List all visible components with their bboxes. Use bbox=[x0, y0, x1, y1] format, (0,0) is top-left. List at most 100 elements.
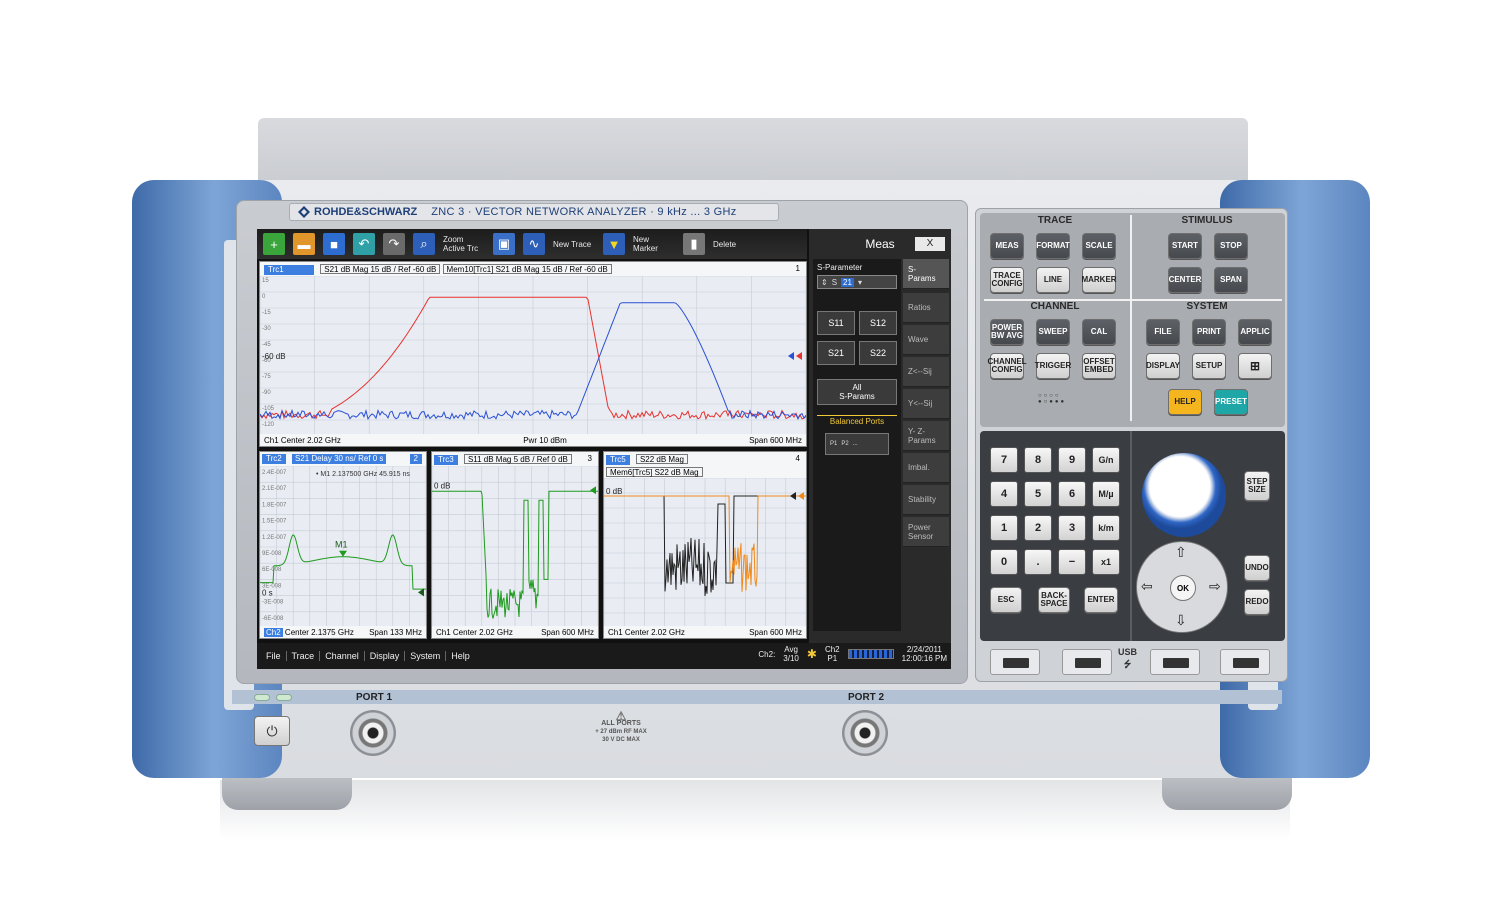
tab-s-params[interactable]: S- Params bbox=[903, 259, 949, 289]
sparam-selector[interactable]: ⇕ S 21 ▾ bbox=[817, 275, 897, 289]
preset-key[interactable]: PRESET bbox=[1214, 389, 1248, 415]
menu-help[interactable]: Help bbox=[446, 651, 475, 661]
save-icon[interactable]: ■ bbox=[323, 233, 345, 255]
trace-tag[interactable]: Trc5 bbox=[606, 455, 630, 465]
trace-tag[interactable]: Trc3 bbox=[434, 455, 458, 465]
meas-key[interactable]: MEAS bbox=[990, 233, 1024, 259]
offset-embed-key[interactable]: OFFSET EMBED bbox=[1082, 353, 1116, 379]
ok-button[interactable]: OK bbox=[1170, 575, 1196, 601]
center-key[interactable]: CENTER bbox=[1168, 267, 1202, 293]
new-marker-icon[interactable]: ▼ bbox=[603, 233, 625, 255]
power-bw-avg-key[interactable]: POWER BW AVG bbox=[990, 319, 1024, 345]
tab-stability[interactable]: Stability bbox=[903, 485, 949, 515]
usb-port-4[interactable] bbox=[1220, 649, 1270, 675]
new-setup-icon[interactable]: + bbox=[263, 233, 285, 255]
windows-key[interactable]: ⊞ bbox=[1238, 353, 1272, 379]
tab-power-sensor[interactable]: Power Sensor bbox=[903, 517, 949, 547]
span-key[interactable]: SPAN bbox=[1214, 267, 1248, 293]
key-six[interactable]: 6 bbox=[1058, 481, 1086, 507]
diagram-1[interactable]: Trc1 S21 dB Mag 15 dB / Ref -60 dB Mem10… bbox=[259, 261, 807, 447]
trace-tag[interactable]: Trc2 bbox=[262, 454, 286, 464]
undo-icon[interactable]: ↶ bbox=[353, 233, 375, 255]
arrow-right-icon[interactable]: ⇨ bbox=[1209, 578, 1221, 595]
s12-button[interactable]: S12 bbox=[859, 311, 897, 335]
key-m-mu[interactable]: M/µ bbox=[1092, 481, 1120, 507]
usb-port-2[interactable] bbox=[1062, 649, 1112, 675]
new-trace-label[interactable]: New Trace bbox=[553, 240, 595, 249]
chevron-down-icon[interactable]: ▾ bbox=[858, 278, 862, 287]
applic-key[interactable]: APPLIC bbox=[1238, 319, 1272, 345]
new-marker-label[interactable]: New Marker bbox=[633, 235, 675, 253]
setup-key[interactable]: SETUP bbox=[1192, 353, 1226, 379]
key-eight[interactable]: 8 bbox=[1024, 447, 1052, 473]
stop-key[interactable]: STOP bbox=[1214, 233, 1248, 259]
start-key[interactable]: START bbox=[1168, 233, 1202, 259]
help-key[interactable]: HELP bbox=[1168, 389, 1202, 415]
tab-ratios[interactable]: Ratios bbox=[903, 293, 949, 323]
port2-connector[interactable] bbox=[842, 710, 888, 756]
backspace-key[interactable]: BACK- SPACE bbox=[1038, 587, 1070, 613]
balanced-ports-button[interactable]: P1 P2 ... bbox=[825, 433, 889, 455]
tab-wave[interactable]: Wave bbox=[903, 325, 949, 355]
sweep-key[interactable]: SWEEP bbox=[1036, 319, 1070, 345]
open-folder-icon[interactable]: ▬ bbox=[293, 233, 315, 255]
arrow-up-icon[interactable]: ⇧ bbox=[1175, 544, 1187, 561]
redo-icon[interactable]: ↷ bbox=[383, 233, 405, 255]
line-key[interactable]: LINE bbox=[1036, 267, 1070, 293]
format-key[interactable]: FORMAT bbox=[1036, 233, 1070, 259]
trace-tag[interactable]: Trc1 bbox=[264, 265, 314, 275]
diagram-2[interactable]: Trc2 S21 Delay 30 ns/ Ref 0 s 2 2.4E-007… bbox=[259, 451, 427, 639]
channel-config-key[interactable]: CHANNEL CONFIG bbox=[987, 353, 1027, 379]
trigger-key[interactable]: TRIGGER bbox=[1035, 353, 1071, 379]
arrow-down-icon[interactable]: ⇩ bbox=[1175, 612, 1187, 629]
power-button[interactable]: ⏻ bbox=[254, 716, 290, 746]
redo-key[interactable]: REDO bbox=[1244, 589, 1270, 615]
delete-label[interactable]: Delete bbox=[713, 240, 755, 249]
key-five[interactable]: 5 bbox=[1024, 481, 1052, 507]
usb-port-1[interactable] bbox=[990, 649, 1040, 675]
spin-icon[interactable]: ⇕ bbox=[821, 278, 828, 287]
zoom-active-trc-label[interactable]: Zoom Active Trc bbox=[443, 235, 485, 253]
arrow-left-icon[interactable]: ⇦ bbox=[1141, 578, 1153, 595]
display-key[interactable]: DISPLAY bbox=[1146, 353, 1180, 379]
key-g-n[interactable]: G/n bbox=[1092, 447, 1120, 473]
key-four[interactable]: 4 bbox=[990, 481, 1018, 507]
close-button[interactable]: X bbox=[915, 237, 945, 251]
key-nine[interactable]: 9 bbox=[1058, 447, 1086, 473]
channel-tag[interactable]: Ch2 bbox=[264, 627, 283, 637]
menu-file[interactable]: File bbox=[261, 651, 287, 661]
cal-key[interactable]: CAL bbox=[1082, 319, 1116, 345]
key-point[interactable]: . bbox=[1024, 549, 1052, 575]
menu-channel[interactable]: Channel bbox=[320, 651, 365, 661]
key-zero[interactable]: 0 bbox=[990, 549, 1018, 575]
usb-port-3[interactable] bbox=[1150, 649, 1200, 675]
key-one[interactable]: 1 bbox=[990, 515, 1018, 541]
print-key[interactable]: PRINT bbox=[1192, 319, 1226, 345]
key-seven[interactable]: 7 bbox=[990, 447, 1018, 473]
menu-display[interactable]: Display bbox=[365, 651, 406, 661]
rotary-knob[interactable] bbox=[1142, 453, 1226, 537]
delete-icon[interactable]: ▮ bbox=[683, 233, 705, 255]
menu-system[interactable]: System bbox=[405, 651, 447, 661]
menu-trace[interactable]: Trace bbox=[287, 651, 321, 661]
diagram-3[interactable]: Trc3 S11 dB Mag 5 dB / Ref 0 dB 3 0 dB C… bbox=[431, 451, 599, 639]
s22-button[interactable]: S22 bbox=[859, 341, 897, 365]
step-size-key[interactable]: STEP SIZE bbox=[1244, 471, 1270, 501]
trace-config-key[interactable]: TRACE CONFIG bbox=[990, 267, 1024, 293]
esc-key[interactable]: ESC bbox=[990, 587, 1022, 613]
s11-button[interactable]: S11 bbox=[817, 311, 855, 335]
undo-key[interactable]: UNDO bbox=[1244, 555, 1270, 581]
file-key[interactable]: FILE bbox=[1146, 319, 1180, 345]
sparam-value[interactable]: 21 bbox=[841, 277, 854, 287]
navigation-pad[interactable]: ⇧ ⇩ ⇦ ⇨ OK bbox=[1136, 541, 1228, 633]
scale-key[interactable]: SCALE bbox=[1082, 233, 1116, 259]
all-sparams-button[interactable]: All S-Params bbox=[817, 379, 897, 405]
s21-button[interactable]: S21 bbox=[817, 341, 855, 365]
port1-connector[interactable] bbox=[350, 710, 396, 756]
tab-z-sij[interactable]: Z<--Sij bbox=[903, 357, 949, 387]
key-x1[interactable]: x1 bbox=[1092, 549, 1120, 575]
marker-key[interactable]: MARKER bbox=[1081, 267, 1117, 293]
key-two[interactable]: 2 bbox=[1024, 515, 1052, 541]
tab-yz-params[interactable]: Y- Z- Params bbox=[903, 421, 949, 451]
new-trace-icon[interactable]: ∿ bbox=[523, 233, 545, 255]
